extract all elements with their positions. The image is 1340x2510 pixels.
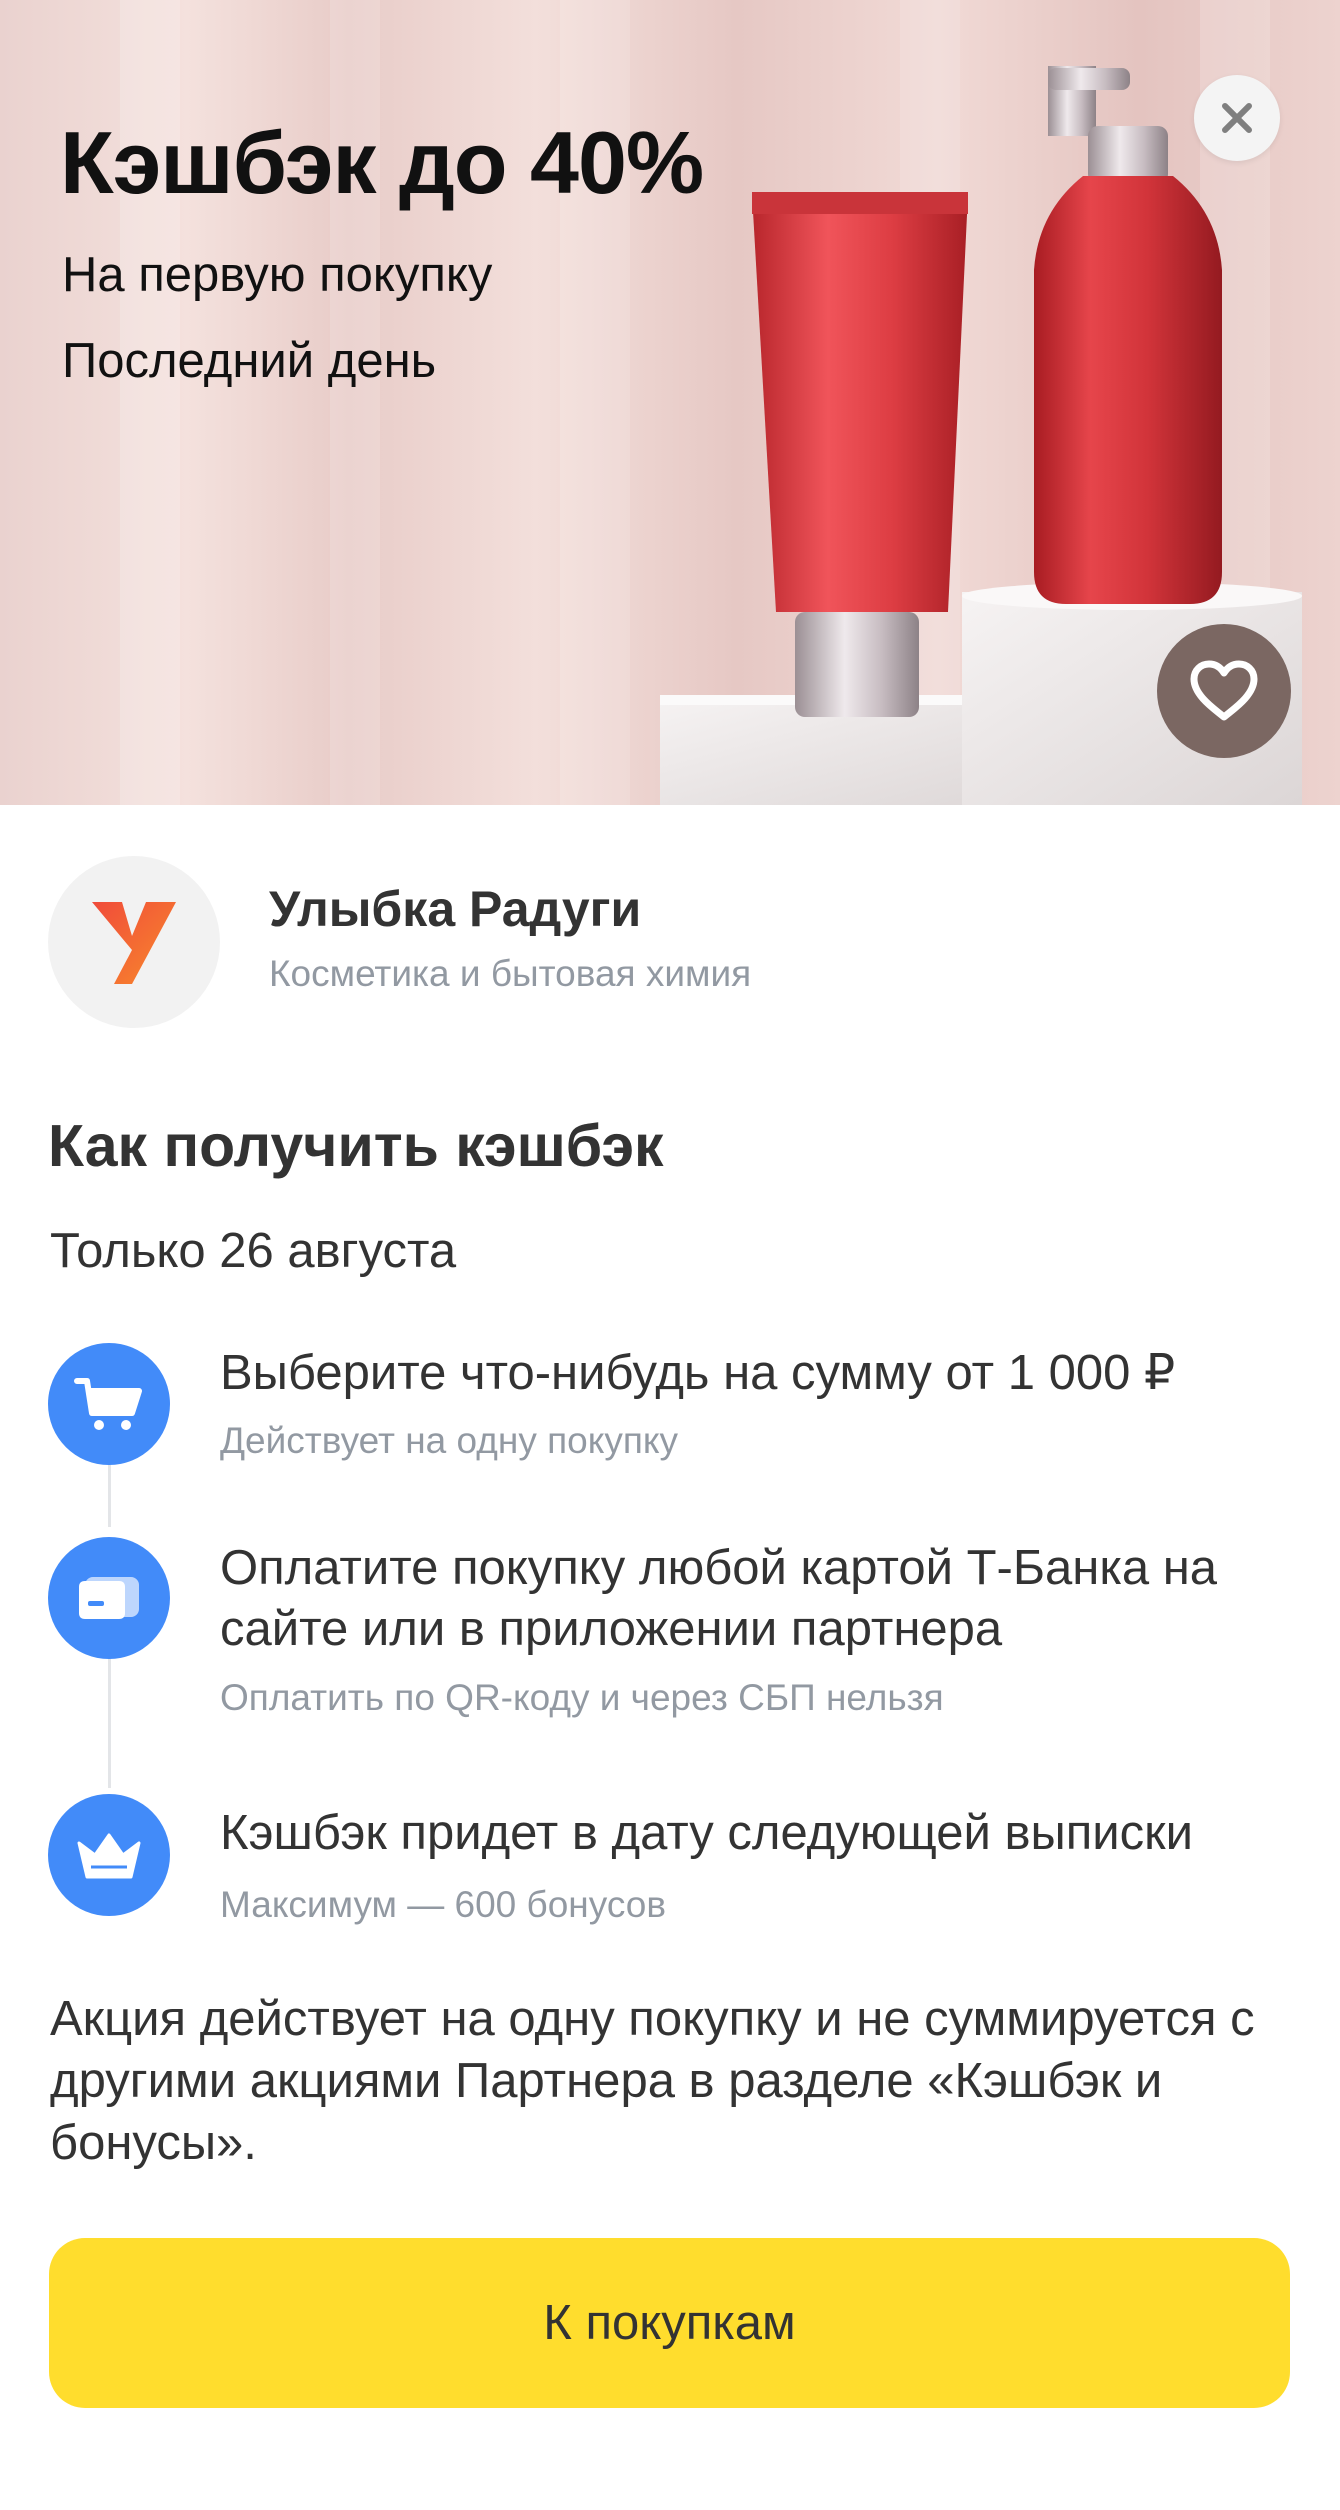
step-3-title: Кэшбэк придет в дату следующей выписки: [220, 1806, 1193, 1860]
promo-date: Только 26 августа: [50, 1224, 457, 1278]
close-button[interactable]: [1194, 75, 1280, 161]
how-to-title: Как получить кэшбэк: [48, 1113, 664, 1179]
close-icon: [1222, 103, 1252, 133]
heart-icon: [1190, 660, 1258, 721]
banner-deadline: Последний день: [62, 334, 437, 388]
step-2-subtitle: Оплатить по QR-коду и через СБП нельзя: [220, 1677, 944, 1718]
partner-logo-mark: [92, 902, 176, 984]
partner-category: Косметика и бытовая химия: [269, 953, 752, 994]
banner-subtitle: На первую покупку: [62, 248, 493, 302]
go-shopping-button[interactable]: К покупкам: [49, 2238, 1290, 2408]
step-1-subtitle: Действует на одну покупку: [220, 1420, 678, 1461]
step-3-icon-circle: [48, 1794, 170, 1916]
favorite-button[interactable]: [1157, 624, 1291, 758]
step-1-icon-circle: [48, 1343, 170, 1465]
step-1-title: Выберите что-нибудь на сумму от 1 000 ₽: [220, 1346, 1176, 1400]
cart-icon: [74, 1378, 142, 1430]
card-icon: [79, 1577, 139, 1619]
step-2-icon-circle: [48, 1537, 170, 1659]
step-2-title: Оплатите покупку любой картой Т-Банка на…: [220, 1541, 1218, 1656]
timeline-connector: [108, 1465, 111, 1527]
promo-terms-note: Акция действует на одну покупку и не сум…: [50, 1992, 1255, 2170]
step-3-subtitle: Максимум — 600 бонусов: [220, 1884, 666, 1925]
banner-title: Кэшбэк до 40%: [60, 113, 704, 212]
timeline-connector: [108, 1658, 111, 1788]
partner-logo: [48, 856, 220, 1028]
promo-banner: Кэшбэк до 40% На первую покупку Последни…: [0, 0, 1340, 805]
crown-icon: [77, 1833, 141, 1879]
partner-name: Улыбка Радуги: [269, 881, 642, 937]
